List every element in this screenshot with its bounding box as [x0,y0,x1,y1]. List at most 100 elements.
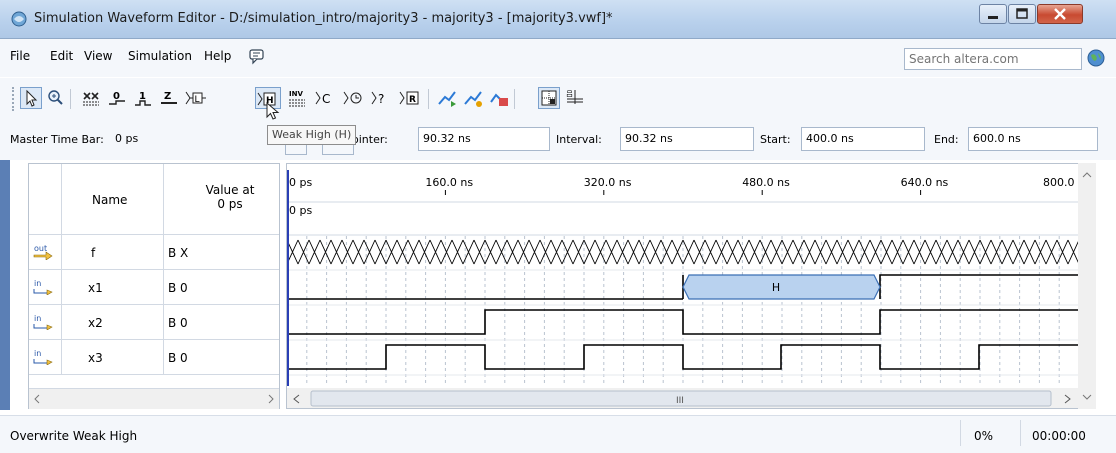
toolbar-separator [428,89,429,109]
window-title: Simulation Waveform Editor - D:/simulati… [34,11,613,26]
svg-text:R: R [409,95,416,105]
globe-icon[interactable] [1086,48,1106,68]
input-pin-icon: in [33,349,53,365]
arbitrary-value-icon: ? [371,91,384,106]
signal-row-x3[interactable] [29,340,279,374]
app-icon [11,11,27,27]
random-value-button[interactable]: R [398,87,420,109]
scroll-grip: III [676,396,684,406]
run-functional-simulation-button[interactable] [436,87,458,109]
maximize-icon [1016,8,1028,19]
invert-button[interactable]: INV [286,87,308,109]
signal-list-hscrollbar[interactable] [29,388,279,409]
grid-icon [541,90,557,106]
menu-simulation[interactable]: Simulation [128,49,192,63]
waveform-vscrollbar[interactable] [1078,163,1096,409]
maximize-button[interactable] [1008,4,1036,24]
feedback-icon[interactable] [248,47,266,65]
menu-view[interactable]: View [84,49,112,63]
signal-value: B 0 [168,316,188,330]
end-field[interactable]: 600.0 ns [968,127,1098,151]
signal-row-x2[interactable] [29,305,279,339]
minimize-button[interactable] [979,4,1007,24]
search-input[interactable] [909,52,1039,66]
window-left-edge [0,160,10,410]
waveform-canvas[interactable]: 0 ps 160.0 ns 320.0 ns 480.0 ns 640.0 ns 800.… [287,164,1096,409]
menu-file[interactable]: File [10,49,30,63]
output-pin-icon: out [33,244,53,260]
pointer-label: ointer: [352,133,388,146]
time-scale-label: 320.0 ns [584,176,632,189]
svg-text:?: ? [378,92,384,106]
svg-text:INV: INV [289,90,303,98]
signal-name: x2 [88,316,103,330]
signal-value: B 0 [168,281,188,295]
mouse-cursor-icon [266,102,280,120]
start-field[interactable]: 400.0 ns [801,127,925,151]
waveform-pane[interactable]: 0 ps 160.0 ns 320.0 ns 480.0 ns 640.0 ns 800.… [286,163,1096,409]
weak-high-label: H [772,281,780,294]
value-header-line1: Value at [205,183,255,197]
clock-icon [343,91,362,105]
zoom-tool-button[interactable] [44,87,66,109]
time-scale-label: 640.0 ns [901,176,949,189]
svg-text:吕: 吕 [566,90,573,98]
forcing-high-button[interactable]: 1 [132,87,154,109]
toolbar-grip [12,87,18,111]
arbitrary-value-button[interactable]: ? [370,87,392,109]
pointer-field[interactable]: 90.32 ns [418,127,550,151]
close-icon [1054,8,1066,20]
input-pin-icon: in [33,279,53,295]
svg-text:Z: Z [164,91,171,102]
invert-icon: INV [289,90,305,107]
signal-row-x1[interactable] [29,270,279,304]
signal-row-f[interactable] [29,235,279,269]
menu-edit[interactable]: Edit [50,49,73,63]
menu-help[interactable]: Help [204,49,231,63]
output-pin-text: out [34,244,47,253]
selection-tool-button[interactable] [20,87,42,109]
master-time-bar-label: Master Time Bar: [10,133,104,146]
weak-high-selection[interactable] [682,274,881,300]
name-column-header[interactable]: Name [92,193,127,207]
search-box[interactable] [904,48,1082,70]
forcing-unknown-button[interactable] [80,87,102,109]
input-pin-text: in [34,314,41,323]
forcing-low-button[interactable]: 0 [106,87,128,109]
end-label: End: [934,133,959,146]
status-divider [1020,420,1021,446]
count-value-icon: C [315,91,330,106]
signal-name: x3 [88,351,103,365]
random-value-icon: R [399,91,419,105]
status-divider [960,420,961,446]
weak-low-button[interactable]: L [184,87,206,109]
generate-netlist-button[interactable] [488,87,510,109]
overwrite-clock-button[interactable] [342,87,364,109]
input-pin-text: in [34,279,41,288]
cursor-time-label: 0 ps [289,204,312,217]
interval-label: Interval: [556,133,602,146]
unknown-x-icon [83,92,99,106]
status-message: Overwrite Weak High [10,429,138,443]
status-elapsed-time: 00:00:00 [1032,429,1086,443]
functional-simulation-icon [438,91,456,107]
forcing-low-icon: 0 [109,91,125,105]
value-column-header[interactable]: Value at 0 ps [200,183,260,211]
interval-field[interactable]: 90.32 ns [620,127,754,151]
master-time-bar-field[interactable]: 0 ps [110,127,270,151]
close-button[interactable] [1037,4,1083,24]
toolbar-separator [514,89,515,109]
snap-to-grid-button[interactable] [538,87,560,109]
arrow-cursor-icon [26,89,38,107]
high-impedance-button[interactable]: Z [158,87,180,109]
count-value-button[interactable]: C [314,87,336,109]
signal-name: x1 [88,281,103,295]
run-timing-simulation-button[interactable] [462,87,484,109]
netlist-icon [490,93,508,106]
toolbar-separator [70,89,71,109]
scroll-arrows-icon [34,394,274,404]
time-scale-label: 480.0 ns [742,176,790,189]
weak-high-tooltip: Weak High (H) [267,125,357,145]
forcing-high-icon: 1 [135,91,151,106]
group-signals-button[interactable]: 吕 [564,87,586,109]
